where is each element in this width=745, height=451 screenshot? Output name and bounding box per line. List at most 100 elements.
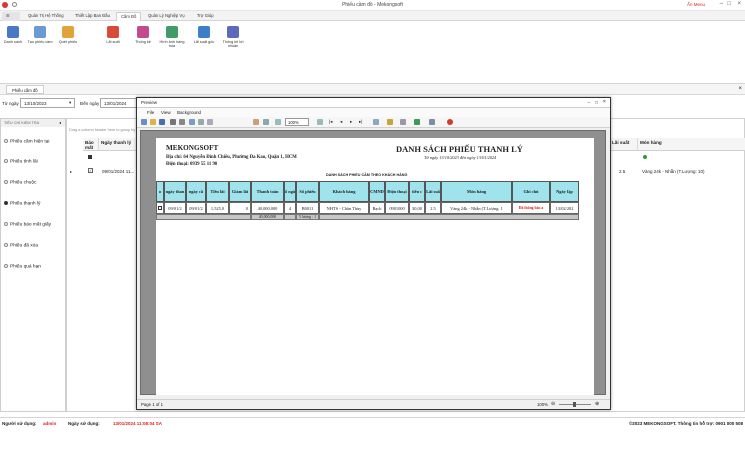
close-all-icon[interactable]: × (738, 86, 742, 92)
goods-images-button[interactable]: Hình ảnh hàng hóa (159, 26, 185, 48)
export-icon[interactable] (414, 119, 420, 125)
tab-cam-do[interactable]: Cầm Đồ (116, 12, 142, 21)
status-bar: Người sử dụng: admin Ngày sử dụng: 13/01… (0, 417, 745, 428)
close-button[interactable]: × (737, 1, 741, 7)
magnifier-icon[interactable] (263, 119, 269, 125)
to-date-input[interactable]: 13/01/2024 (100, 98, 140, 108)
report-header-cell: Ghi chú (512, 181, 550, 202)
col-bao-mat[interactable]: Báo mất (83, 138, 99, 151)
tab-quan-tri[interactable]: Quản Trị Hệ Thống (24, 12, 68, 21)
criteria-header: TIÊU CHÍ KIỂM TRA (1, 119, 65, 127)
zoom-out-icon[interactable] (275, 119, 281, 125)
zoom-in-icon[interactable] (317, 119, 323, 125)
list-button[interactable]: Danh sách (0, 26, 26, 44)
collapse-icon[interactable]: ◂ (59, 120, 61, 125)
report-cell: 0 (229, 202, 251, 214)
next-page-icon[interactable]: ▸ (350, 119, 352, 125)
option-liquidated[interactable]: Phiếu thanh lý (4, 201, 40, 206)
option-interest[interactable]: Phiếu tính lãi (4, 159, 38, 164)
search-icon[interactable] (141, 119, 147, 125)
col-mon-hang[interactable]: Món hàng (638, 138, 745, 151)
statistics-button[interactable]: Thống kê (130, 26, 156, 44)
option-lost-paper[interactable]: Phiếu báo mất giấy (4, 222, 51, 227)
hide-menu-link[interactable]: Ẩn Menu (687, 2, 705, 7)
tab-quan-ly[interactable]: Quản Lý Nghiệp Vụ (144, 12, 189, 21)
menu-view[interactable]: View (161, 110, 171, 115)
interest-button[interactable]: Lãi suất (100, 26, 126, 44)
menu-background[interactable]: Background (177, 110, 201, 115)
criteria-panel: TIÊU CHÍ KIỂM TRA ◂ Phiếu cầm hiện tại P… (0, 118, 66, 412)
tab-thiet-lap[interactable]: Thiết Lập Ban Đầu (71, 12, 114, 21)
col-ngay-thanh-ly[interactable]: Ngày thanh lý (99, 138, 139, 151)
report-header-cell: Món hàng (441, 181, 512, 202)
report-address: Địa chỉ: 64 Nguyễn Đình Chiểu, Phường Đa… (166, 155, 297, 160)
from-date-dropdown-icon[interactable]: ▾ (69, 100, 71, 106)
row-item: Vàng 24k - Nhẫn (T.Lượng: 10) (642, 169, 705, 174)
preview-minimize-button[interactable]: – (587, 100, 590, 105)
report-header-cell: Số phiếu (296, 181, 319, 202)
scale-icon[interactable] (198, 119, 204, 125)
report-inner-title: DANH SÁCH PHIẾU CẦM THEO KHÁCH HÀNG (326, 173, 408, 177)
report-cell: 2.5 (425, 202, 441, 214)
report-cell: 30,00 (409, 202, 425, 214)
preview-close-button[interactable]: × (603, 99, 606, 105)
prev-page-icon[interactable]: ◂ (340, 119, 342, 125)
radio-icon (4, 243, 8, 247)
zoom-slider-thumb[interactable] (573, 402, 576, 407)
report-cell: NHTS - Chân Thùy (319, 202, 369, 214)
first-page-icon[interactable]: |◂ (329, 119, 332, 125)
color-icon[interactable] (387, 119, 393, 125)
filter-row-icon-2[interactable] (643, 155, 647, 159)
col-lai-suat[interactable]: Lãi suất (610, 138, 638, 151)
page-setup-icon[interactable] (189, 119, 195, 125)
report-cell: B0011 (296, 202, 319, 214)
report-header-cell: CMND (369, 181, 385, 202)
option-current[interactable]: Phiếu cầm hiện tại (4, 139, 49, 144)
base-interest-button[interactable]: Lãi suất gốc (191, 26, 217, 44)
quick-print-icon[interactable] (179, 119, 185, 125)
radio-icon (4, 139, 8, 143)
report-header-cell: Thanh toán (251, 181, 284, 202)
last-page-icon[interactable]: ▸| (359, 119, 362, 125)
minimize-button[interactable]: – (720, 1, 723, 7)
from-date-input[interactable]: 13/10/2023 (20, 98, 75, 108)
save-icon[interactable] (159, 119, 165, 125)
create-pawn-button[interactable]: Tạo phiếu cầm (27, 26, 53, 44)
report-title: DANH SÁCH PHIẾU THANH LÝ (396, 144, 523, 154)
date-value: 13/01/2024 11:08:04 SA (113, 421, 163, 426)
report-header-cell: ngày than (164, 181, 186, 202)
preview-canvas[interactable]: MEKONGSOFT Địa chỉ: 64 Nguyễn Đình Chiểu… (140, 130, 606, 395)
tab-phieu-cam-do[interactable]: Phiếu cầm đồ (6, 85, 44, 94)
zoom-out-small-icon[interactable]: ⊖ (551, 401, 555, 407)
print-icon[interactable] (170, 119, 176, 125)
zoom-in-small-icon[interactable]: ⊕ (595, 401, 599, 407)
tab-tro-giup[interactable]: Trợ Giúp (193, 12, 218, 21)
watermark-icon[interactable] (400, 119, 406, 125)
report-subtitle: Từ ngày 13/10/2023 đến ngày 13/01/2024 (424, 155, 497, 160)
list-icon (7, 26, 19, 38)
create-icon (34, 26, 46, 38)
maximize-button[interactable]: □ (727, 1, 731, 7)
report-phone: Điện thoại: 0939 55 11 90 (166, 162, 218, 167)
option-deleted[interactable]: Phiếu đã xóa (4, 243, 38, 248)
option-overdue[interactable]: Phiếu quá hạn (4, 264, 41, 269)
app-menu-button[interactable]: ☰ (2, 12, 20, 21)
hand-icon[interactable] (253, 119, 259, 125)
scan-button[interactable]: Quét phiếu (55, 26, 81, 44)
row-checkbox[interactable]: ✓ (88, 168, 93, 173)
option-redeemed[interactable]: Phiếu chuộc (4, 180, 36, 185)
filter-row-icon[interactable] (88, 155, 92, 159)
menu-file[interactable]: File (147, 110, 154, 115)
preview-toolbar: 100% |◂ ◂ ▸ ▸| (137, 117, 610, 128)
open-icon[interactable] (150, 119, 156, 125)
report-cell: 13/02/202 (550, 202, 579, 214)
zoom-select[interactable]: 100% (285, 118, 309, 126)
profit-stats-button[interactable]: Thống kê lợi nhuận (220, 26, 246, 48)
multipage-icon[interactable] (373, 119, 379, 125)
report-header-cell: Ngày lập (550, 181, 579, 202)
radio-icon (4, 159, 8, 163)
email-icon[interactable] (429, 119, 435, 125)
close-preview-icon[interactable] (447, 119, 453, 125)
zoom-icon[interactable] (207, 119, 213, 125)
preview-maximize-button[interactable]: □ (595, 100, 598, 105)
